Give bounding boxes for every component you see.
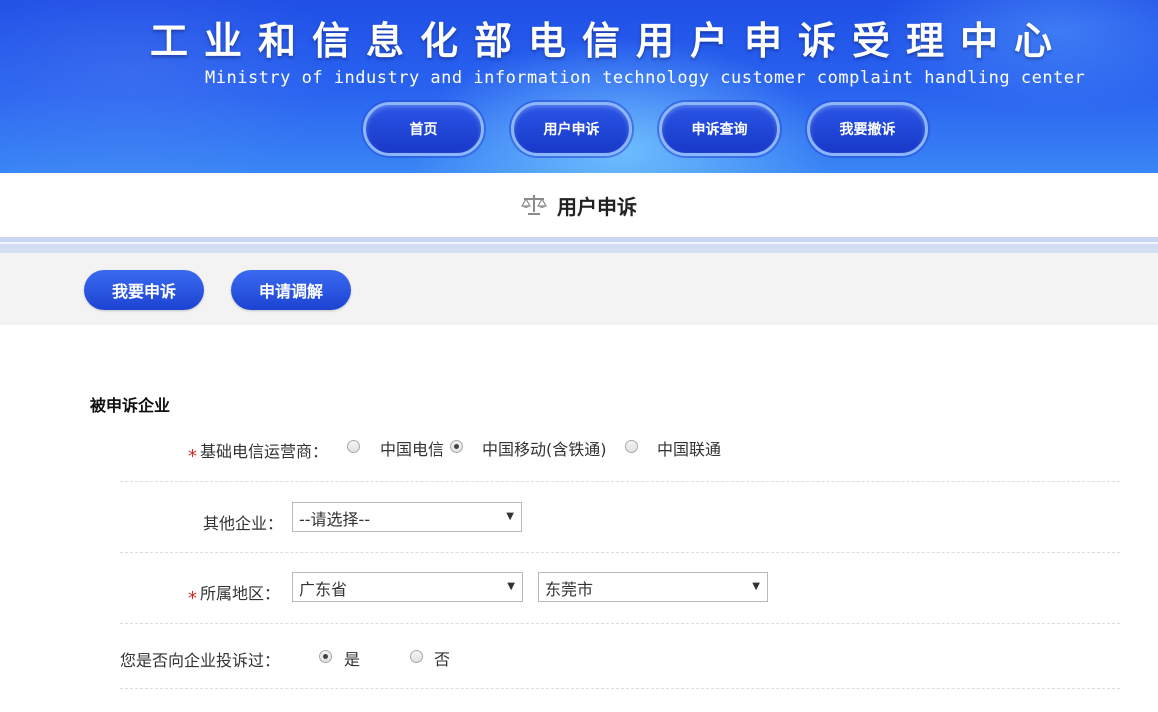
other-company-label: 其他企业： — [203, 514, 284, 533]
page-header: 用户申诉 — [0, 173, 1158, 237]
section-title: 被申诉企业 — [90, 396, 171, 415]
nav-user-complaint[interactable]: 用户申诉 — [511, 102, 632, 156]
page-title: 用户申诉 — [557, 194, 637, 219]
operator-radio-telecom[interactable] — [347, 440, 360, 453]
required-mark: * — [188, 446, 197, 467]
city-select[interactable]: 东莞市 ▼ — [538, 572, 768, 602]
complained-yes-label[interactable]: 是 — [344, 646, 360, 670]
nav-complaint-query[interactable]: 申诉查询 — [659, 102, 780, 156]
complained-no-label[interactable]: 否 — [434, 646, 450, 670]
operator-radio-unicom[interactable] — [625, 440, 638, 453]
city-value: 东莞市 — [545, 580, 594, 599]
file-complaint-button[interactable]: 我要申诉 — [84, 270, 204, 310]
nav-withdraw-complaint[interactable]: 我要撤诉 — [807, 102, 928, 156]
chevron-down-icon: ▼ — [752, 581, 760, 592]
province-value: 广东省 — [299, 580, 348, 599]
request-mediation-button[interactable]: 申请调解 — [231, 270, 351, 310]
nav-home[interactable]: 首页 — [363, 102, 484, 156]
operator-option-unicom[interactable]: 中国联通 — [657, 436, 721, 460]
complained-no-radio[interactable] — [410, 650, 423, 663]
region-label: 所属地区： — [200, 584, 281, 603]
row-divider — [120, 481, 1120, 482]
row-divider — [120, 688, 1120, 689]
site-subtitle: Ministry of industry and information tec… — [205, 68, 1086, 88]
chevron-down-icon: ▼ — [506, 511, 514, 522]
complained-yes-radio[interactable] — [319, 650, 332, 663]
action-bar: 我要申诉 申请调解 — [0, 253, 1158, 325]
site-title: 工业和信息化部电信用户申诉受理中心 — [150, 19, 1069, 63]
operator-option-mobile[interactable]: 中国移动(含铁通) — [482, 436, 607, 460]
divider — [0, 244, 1158, 253]
header-banner: 工业和信息化部电信用户申诉受理中心 Ministry of industry a… — [0, 0, 1158, 173]
operator-label-wrap: * 基础电信运营商： — [188, 438, 329, 467]
operator-label: 基础电信运营商： — [200, 442, 329, 461]
province-select[interactable]: 广东省 ▼ — [292, 572, 523, 602]
row-divider — [120, 552, 1120, 553]
region-label-wrap: * 所属地区： — [188, 580, 281, 609]
complained-before-label: 您是否向企业投诉过： — [120, 651, 281, 670]
main-nav: 首页 用户申诉 申诉查询 我要撤诉 — [363, 102, 928, 156]
operator-option-telecom[interactable]: 中国电信 — [380, 436, 444, 460]
other-company-select[interactable]: --请选择-- ▼ — [292, 502, 522, 532]
operator-radio-mobile[interactable] — [450, 440, 463, 453]
row-divider — [120, 623, 1120, 624]
chevron-down-icon: ▼ — [507, 581, 515, 592]
required-mark: * — [188, 588, 197, 609]
scale-icon — [520, 193, 548, 217]
other-company-value: --请选择-- — [299, 510, 371, 529]
